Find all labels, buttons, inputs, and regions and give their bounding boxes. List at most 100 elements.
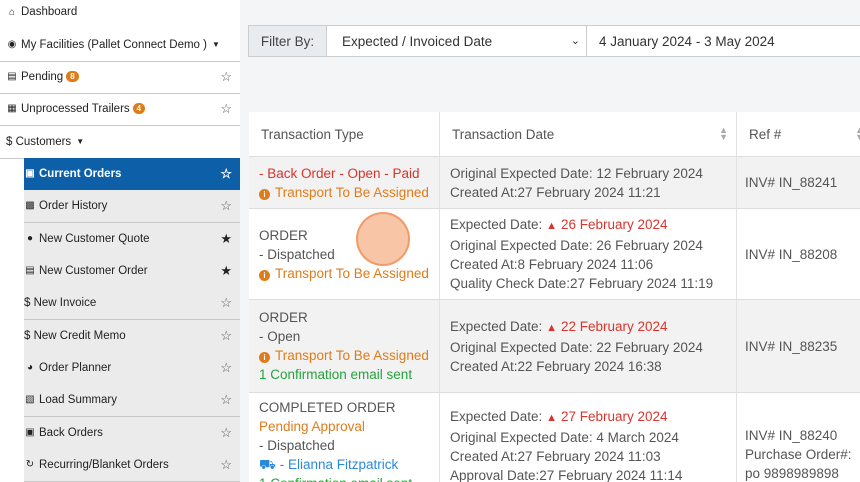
table-row[interactable]: - Back Order - Open - Paid i Transport To… bbox=[249, 157, 860, 209]
sidebar: ⌂ Dashboard ◉ My Facilities (Pallet Conn… bbox=[0, 0, 240, 482]
clipboard-icon: ▤ bbox=[7, 71, 17, 83]
cart-icon: ▣ bbox=[25, 427, 35, 439]
sidebar-item-label: New Customer Order bbox=[39, 264, 148, 277]
filter-date-type-select[interactable]: Expected / Invoiced Date ⌄ bbox=[327, 26, 587, 56]
star-filled-icon[interactable]: ★ bbox=[220, 263, 232, 279]
transport-status: i Transport To Be Assigned bbox=[259, 346, 429, 365]
column-header-transaction-type[interactable]: Transaction Type bbox=[249, 112, 440, 156]
column-header-ref[interactable]: Ref # ▲ ▼ bbox=[737, 112, 860, 156]
created-at: Created At:22 February 2024 16:38 bbox=[450, 358, 662, 374]
sidebar-item-recurring-orders[interactable]: ↻ Recurring/Blanket Orders ☆ bbox=[24, 449, 240, 482]
trailer-icon: ▦ bbox=[7, 103, 17, 115]
star-outline-icon[interactable]: ☆ bbox=[220, 295, 232, 311]
star-outline-icon[interactable]: ☆ bbox=[220, 360, 232, 376]
comment-icon: ● bbox=[26, 233, 34, 245]
sidebar-item-load-summary[interactable]: ▧ Load Summary ☆ bbox=[24, 384, 240, 417]
sidebar-item-unprocessed-trailers[interactable]: ▦ Unprocessed Trailers 4 ☆ bbox=[0, 93, 240, 126]
sidebar-item-dashboard[interactable]: ⌂ Dashboard bbox=[0, 0, 240, 28]
sidebar-item-order-history[interactable]: ▩ Order History ☆ bbox=[24, 190, 240, 223]
sidebar-item-label: $ New Credit Memo bbox=[24, 329, 126, 342]
star-filled-icon[interactable]: ★ bbox=[220, 231, 232, 247]
star-outline-icon[interactable]: ☆ bbox=[220, 392, 232, 408]
home-icon: ⌂ bbox=[8, 6, 16, 18]
transport-status: i Transport To Be Assigned bbox=[259, 264, 429, 283]
sidebar-item-label: Order Planner bbox=[39, 361, 112, 374]
star-outline-icon[interactable]: ☆ bbox=[220, 166, 232, 182]
sidebar-item-new-invoice[interactable]: $ New Invoice ☆ bbox=[24, 287, 240, 320]
expected-date: Expected Date: ▲ 27 February 2024 bbox=[450, 407, 726, 428]
sidebar-item-new-credit-memo[interactable]: $ New Credit Memo ☆ bbox=[24, 320, 240, 353]
approval-date: Approval Date:27 February 2024 11:14 bbox=[450, 468, 683, 482]
table-row[interactable]: COMPLETED ORDER Pending Approval - Dispa… bbox=[249, 393, 860, 482]
driver-link[interactable]: ⛟ - Elianna Fitzpatrick bbox=[259, 455, 429, 474]
sidebar-item-label: Pending bbox=[21, 70, 64, 83]
star-outline-icon[interactable]: ☆ bbox=[220, 457, 232, 473]
clock-icon: ◕ bbox=[26, 362, 34, 374]
order-status: - Dispatched bbox=[259, 438, 335, 453]
original-expected-date: Original Expected Date: 12 February 2024 bbox=[450, 165, 703, 181]
warning-icon: ▲ bbox=[546, 321, 557, 334]
cart-icon: ▣ bbox=[25, 168, 35, 180]
date-range-input[interactable]: 4 January 2024 - 3 May 2024 bbox=[587, 26, 860, 56]
confirmation-email-status: 1 Confirmation email sent bbox=[259, 474, 429, 482]
sidebar-item-label: My Facilities (Pallet Connect Demo ) bbox=[21, 38, 207, 51]
expected-date: Expected Date: ▲ 22 February 2024 bbox=[450, 317, 726, 338]
star-outline-icon[interactable]: ☆ bbox=[220, 328, 232, 344]
warning-icon: ▲ bbox=[546, 412, 557, 424]
transaction-type: COMPLETED ORDER bbox=[259, 400, 396, 415]
sidebar-item-order-planner[interactable]: ◕ Order Planner ☆ bbox=[24, 352, 240, 385]
info-icon: i bbox=[259, 352, 270, 363]
sort-icon: ▲ ▼ bbox=[719, 125, 728, 142]
sidebar-item-label: $ Customers bbox=[6, 135, 72, 148]
sidebar-item-customers[interactable]: $ Customers ▼ bbox=[0, 126, 240, 159]
sidebar-item-new-customer-quote[interactable]: ● New Customer Quote ★ bbox=[24, 223, 240, 256]
invoice-ref: INV# IN_88235 bbox=[745, 338, 838, 354]
sort-icon: ▲ ▼ bbox=[855, 125, 860, 142]
chevron-down-icon: ⌄ bbox=[570, 35, 580, 47]
unprocessed-count-badge: 4 bbox=[132, 103, 146, 115]
created-at: Created At:8 February 2024 11:06 bbox=[450, 257, 654, 272]
order-status: - Back Order - Open - Paid bbox=[259, 165, 420, 181]
filter-select-value: Expected / Invoiced Date bbox=[342, 33, 493, 49]
table-header: Transaction Type Transaction Date ▲ ▼ Ref… bbox=[249, 112, 860, 157]
caret-down-icon: ▼ bbox=[211, 40, 220, 50]
purchase-order-number: po 9898989898 bbox=[745, 466, 839, 481]
column-header-transaction-date[interactable]: Transaction Date ▲ ▼ bbox=[440, 112, 737, 156]
sidebar-item-label: Unprocessed Trailers bbox=[21, 102, 130, 115]
refresh-icon: ↻ bbox=[25, 459, 35, 471]
sidebar-item-my-facilities[interactable]: ◉ My Facilities (Pallet Connect Demo ) ▼ bbox=[0, 29, 240, 62]
sidebar-item-back-orders[interactable]: ▣ Back Orders ☆ bbox=[24, 417, 240, 450]
table-row[interactable]: ORDER - Dispatched i Transport To Be Assi… bbox=[249, 209, 860, 300]
original-expected-date: Original Expected Date: 26 February 2024 bbox=[450, 238, 703, 253]
star-outline-icon[interactable]: ☆ bbox=[220, 425, 232, 441]
approval-status: Pending Approval bbox=[259, 419, 365, 434]
book-icon: ▩ bbox=[25, 200, 35, 212]
filter-bar: Filter By: Expected / Invoiced Date ⌄ 4 … bbox=[248, 25, 860, 57]
invoice-ref: INV# IN_88240 bbox=[745, 428, 838, 443]
sidebar-item-label: $ New Invoice bbox=[24, 296, 97, 309]
confirmation-email-status: 1 Confirmation email sent bbox=[259, 367, 413, 382]
sidebar-item-new-customer-order[interactable]: ▤ New Customer Order ★ bbox=[24, 255, 240, 288]
invoice-ref: INV# IN_88208 bbox=[745, 246, 838, 262]
sidebar-item-label: Current Orders bbox=[39, 167, 122, 180]
sidebar-item-label: Load Summary bbox=[39, 393, 117, 406]
order-status: - Open bbox=[259, 329, 301, 344]
truck-icon: ▧ bbox=[25, 394, 35, 406]
filter-label: Filter By: bbox=[249, 26, 327, 56]
info-icon: i bbox=[259, 269, 270, 281]
sidebar-item-label: New Customer Quote bbox=[39, 232, 150, 245]
sidebar-item-current-orders[interactable]: ▣ Current Orders ☆ bbox=[24, 158, 240, 191]
sidebar-item-label: Dashboard bbox=[21, 6, 78, 18]
star-outline-icon[interactable]: ☆ bbox=[220, 198, 232, 214]
orders-table: Transaction Type Transaction Date ▲ ▼ Ref… bbox=[249, 112, 860, 482]
star-outline-icon[interactable]: ☆ bbox=[220, 101, 232, 117]
sidebar-item-pending[interactable]: ▤ Pending 8 ☆ bbox=[0, 61, 240, 94]
transport-status: i Transport To Be Assigned bbox=[259, 183, 429, 202]
table-row[interactable]: ORDER - Open i Transport To Be Assigned 1… bbox=[249, 300, 860, 393]
star-outline-icon[interactable]: ☆ bbox=[220, 69, 232, 85]
sidebar-item-label: Back Orders bbox=[39, 426, 103, 439]
transaction-type: ORDER bbox=[259, 310, 308, 325]
info-icon: i bbox=[259, 188, 270, 200]
pending-count-badge: 8 bbox=[66, 71, 79, 83]
sidebar-item-label: Recurring/Blanket Orders bbox=[39, 458, 169, 471]
